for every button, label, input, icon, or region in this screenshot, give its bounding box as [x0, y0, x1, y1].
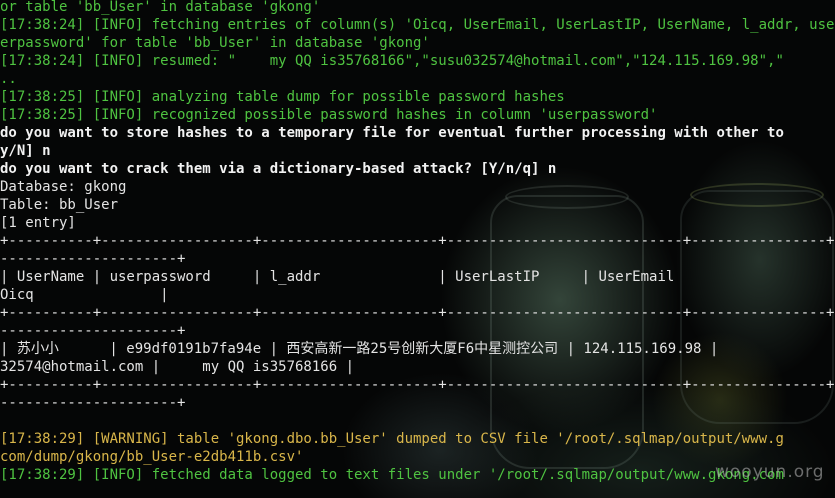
- terminal-prompt-line: do you want to store hashes to a tempora…: [0, 125, 784, 141]
- terminal-window[interactable]: or table 'bb_User' in database 'gkong' […: [0, 0, 835, 498]
- table-header-row: Oicq |: [0, 287, 169, 303]
- table-border-line: +----------+------------------+---------…: [0, 305, 835, 321]
- terminal-line: Table: bb_User: [0, 197, 119, 213]
- table-border-line: +----------+------------------+---------…: [0, 377, 835, 393]
- table-row: | 苏小小 | e99df0191b7fa94e | 西安高新一路25号创新大厦…: [0, 341, 719, 357]
- terminal-line: or table 'bb_User' in database 'gkong': [0, 0, 321, 15]
- terminal-line: [17:38:24] [INFO] resumed: " my QQ is357…: [0, 53, 784, 69]
- terminal-line: [17:38:25] [INFO] recognized possible pa…: [0, 107, 658, 123]
- terminal-line: [17:38:29] [INFO] fetched data logged to…: [0, 467, 784, 483]
- terminal-prompt-line: do you want to crack them via a dictiona…: [0, 161, 557, 177]
- terminal-line: ..: [0, 71, 17, 87]
- watermark: wooyun.org: [715, 462, 825, 482]
- table-row: 32574@hotmail.com | my QQ is35768166 |: [0, 359, 355, 375]
- terminal-warning-line: com/dump/gkong/bb_User-e2db411b.csv': [0, 449, 304, 465]
- terminal-line: [1 entry]: [0, 215, 76, 231]
- terminal-line: [17:38:24] [INFO] fetching entries of co…: [0, 17, 835, 33]
- terminal-line: erpassword' for table 'bb_User' in datab…: [0, 35, 430, 51]
- terminal-prompt-line: y/N] n: [0, 143, 51, 159]
- table-border-line: +----------+------------------+---------…: [0, 233, 835, 249]
- terminal-warning-line: [17:38:29] [WARNING] table 'gkong.dbo.bb…: [0, 431, 784, 447]
- table-border-line: ---------------------+: [0, 251, 186, 267]
- table-border-line: ---------------------+: [0, 323, 186, 339]
- table-header-row: | UserName | userpassword | l_addr | Use…: [0, 269, 675, 285]
- terminal-line: [17:38:25] [INFO] analyzing table dump f…: [0, 89, 565, 105]
- table-border-line: ---------------------+: [0, 395, 186, 411]
- terminal-line: Database: gkong: [0, 179, 127, 195]
